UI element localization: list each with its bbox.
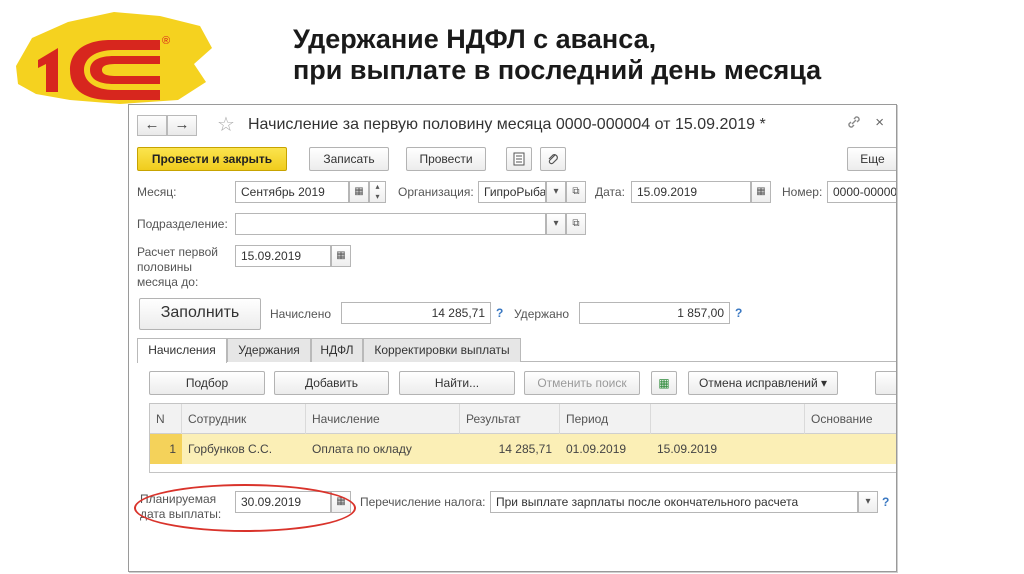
organization-field[interactable]: ГипроРыба [478, 181, 546, 203]
tax-transfer-dropdown-icon[interactable]: ▾ [858, 491, 878, 513]
withheld-help-icon[interactable]: ? [735, 306, 742, 320]
document-title: Начисление за первую половину месяца 000… [248, 116, 766, 133]
attachment-icon[interactable] [540, 147, 566, 171]
number-label: Номер: [782, 185, 823, 199]
row-period-start[interactable]: 01.09.2019 [560, 434, 651, 464]
row-employee[interactable]: Горбунков С.С. [182, 434, 306, 464]
organization-open-icon[interactable]: ⧉ [566, 181, 586, 203]
slide-title: Удержание НДФЛ с аванса, при выплате в п… [293, 24, 993, 86]
accruals-table: N Сотрудник Начисление Результат Период … [149, 403, 896, 473]
tab-deductions[interactable]: Удержания [227, 338, 311, 362]
month-field[interactable]: Сентябрь 2019 [235, 181, 349, 203]
table-add-icon[interactable]: ▦ [651, 371, 677, 395]
tax-transfer-help-icon[interactable]: ? [882, 495, 889, 509]
row-period-end[interactable]: 15.09.2019 [651, 434, 805, 464]
favorite-star-icon[interactable]: ☆ [217, 112, 235, 137]
cancel-search-button[interactable]: Отменить поиск [524, 371, 640, 395]
tab-accruals[interactable]: Начисления [137, 338, 227, 363]
post-and-close-button[interactable]: Провести и закрыть [137, 147, 287, 171]
withheld-field: 1 857,00 [579, 302, 730, 324]
organization-label: Организация: [398, 185, 474, 199]
window-titlebar: ← → ☆ Начисление за первую половину меся… [137, 113, 888, 137]
accrued-field: 14 285,71 [341, 302, 491, 324]
highlight-oval [134, 484, 356, 532]
organization-dropdown-icon[interactable]: ▾ [546, 181, 566, 203]
tab-bar: Начисления Удержания НДФЛ Корректировки … [137, 338, 896, 363]
calc-period-calendar-icon[interactable]: ▦ [331, 245, 351, 267]
select-button[interactable]: Подбор [149, 371, 265, 395]
forward-button[interactable]: → [167, 115, 197, 136]
row-result[interactable]: 14 285,71 [460, 434, 560, 464]
col-accrual[interactable]: Начисление [306, 404, 460, 434]
row-basis[interactable] [805, 434, 896, 464]
extra-button[interactable] [875, 371, 896, 395]
month-stepper[interactable]: ▴ ▾ [369, 181, 386, 203]
col-n[interactable]: N [150, 404, 182, 434]
slide-title-line-2: при выплате в последний день месяца [293, 55, 822, 85]
col-result[interactable]: Результат [460, 404, 560, 434]
find-button[interactable]: Найти... [399, 371, 515, 395]
department-open-icon[interactable]: ⧉ [566, 213, 586, 235]
accrued-help-icon[interactable]: ? [496, 306, 503, 320]
link-icon[interactable] [846, 114, 862, 135]
department-field[interactable] [235, 213, 546, 235]
tab-ndfl[interactable]: НДФЛ [311, 338, 363, 362]
accrued-label: Начислено [270, 307, 332, 321]
tab-payment-corrections[interactable]: Корректировки выплаты [363, 338, 521, 362]
col-period-end[interactable] [651, 404, 805, 434]
month-calendar-icon[interactable]: ▦ [349, 181, 369, 203]
logo-1c: ® [10, 8, 215, 108]
row-accrual[interactable]: Оплата по окладу [306, 434, 460, 464]
col-employee[interactable]: Сотрудник [182, 404, 306, 434]
save-button[interactable]: Записать [309, 147, 389, 171]
department-dropdown-icon[interactable]: ▾ [546, 213, 566, 235]
withheld-label: Удержано [514, 307, 570, 321]
post-button[interactable]: Провести [406, 147, 486, 171]
table-header: N Сотрудник Начисление Результат Период … [150, 404, 896, 434]
col-basis[interactable]: Основание [805, 404, 896, 434]
table-row[interactable]: 1 Горбунков С.С. Оплата по окладу 14 285… [150, 434, 896, 464]
back-button[interactable]: ← [137, 115, 167, 136]
calc-period-label: Расчет первой половины месяца до: [137, 245, 218, 289]
date-field[interactable]: 15.09.2019 [631, 181, 751, 203]
date-label: Дата: [595, 185, 625, 199]
month-label: Месяц: [137, 185, 177, 199]
date-calendar-icon[interactable]: ▦ [751, 181, 771, 203]
col-period[interactable]: Период [560, 404, 651, 434]
tax-transfer-field[interactable]: При выплате зарплаты после окончательног… [490, 491, 858, 513]
calc-period-field[interactable]: 15.09.2019 [235, 245, 331, 267]
undo-fixes-button[interactable]: Отмена исправлений ▾ [688, 371, 838, 395]
fill-button[interactable]: Заполнить [139, 298, 261, 330]
report-icon[interactable] [506, 147, 532, 171]
department-label: Подразделение: [137, 217, 228, 231]
row-number[interactable]: 1 [150, 434, 182, 464]
add-button[interactable]: Добавить [274, 371, 389, 395]
logo-mark: ® [162, 35, 170, 47]
close-icon[interactable]: × [875, 114, 884, 131]
slide-title-line-1: Удержание НДФЛ с аванса, [293, 24, 657, 54]
tax-transfer-label: Перечисление налога: [360, 495, 486, 509]
more-button[interactable]: Еще [847, 147, 896, 171]
number-field[interactable]: 0000-000004 [827, 181, 896, 203]
